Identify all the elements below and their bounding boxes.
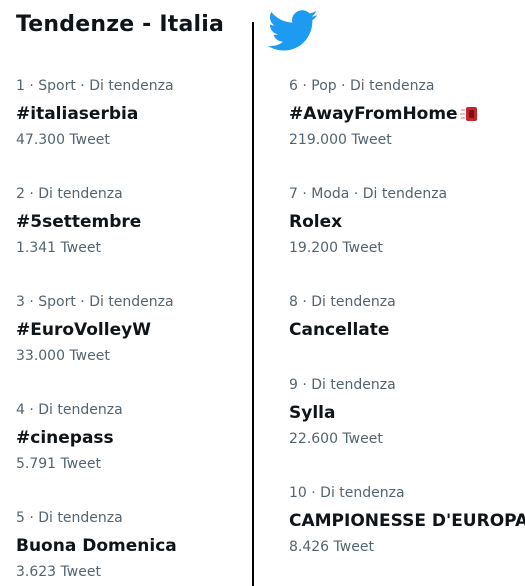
trend-meta: 4 · Di tendenza [16,402,123,418]
trend-item[interactable]: 8 · Di tendenza Cancellate [289,293,396,341]
trend-name[interactable]: #EuroVolleyW [16,319,174,341]
trend-meta: 9 · Di tendenza [289,377,396,393]
trend-name-text[interactable]: Cancellate [289,319,389,341]
trend-meta: 1 · Sport · Di tendenza [16,78,174,94]
trend-item[interactable]: 10 · Di tendenza CAMPIONESSE D'EUROPA 8.… [289,484,525,556]
trend-name[interactable]: Buona Domenica [16,535,177,557]
trend-item[interactable]: 4 · Di tendenza #cinepass 5.791 Tweet [16,401,123,473]
trend-meta: 2 · Di tendenza [16,186,123,202]
trend-count: 1.341 Tweet [16,240,101,256]
trend-item[interactable]: 2 · Di tendenza #5settembre 1.341 Tweet [16,185,141,257]
trend-count: 19.200 Tweet [289,240,383,256]
trend-count: 219.000 Tweet [289,132,392,148]
column-divider [252,22,254,586]
trend-name-text[interactable]: Buona Domenica [16,535,177,557]
trend-item[interactable]: 3 · Sport · Di tendenza #EuroVolleyW 33.… [16,293,174,365]
trend-name-text[interactable]: Rolex [289,211,342,233]
trend-item[interactable]: 9 · Di tendenza Sylla 22.600 Tweet [289,376,396,448]
trend-name[interactable]: #AwayFromHome [289,103,480,125]
trend-meta: 3 · Sport · Di tendenza [16,294,174,310]
trend-name-text[interactable]: #cinepass [16,427,114,449]
trend-name[interactable]: Cancellate [289,319,396,341]
trend-item[interactable]: 7 · Moda · Di tendenza Rolex 19.200 Twee… [289,185,447,257]
trend-name-text[interactable]: Sylla [289,402,335,424]
trend-item[interactable]: 6 · Pop · Di tendenza #AwayFromHome 219.… [289,77,480,149]
trend-count: 22.600 Tweet [289,431,383,447]
trend-count: 5.791 Tweet [16,456,101,472]
trend-count: 8.426 Tweet [289,539,374,555]
trend-name[interactable]: CAMPIONESSE D'EUROPA [289,510,525,532]
trend-item[interactable]: 5 · Di tendenza Buona Domenica 3.623 Twe… [16,509,177,581]
trend-name-text[interactable]: #5settembre [16,211,141,233]
trend-meta: 7 · Moda · Di tendenza [289,186,448,202]
trend-name[interactable]: Rolex [289,211,447,233]
trend-name-text[interactable]: #EuroVolleyW [16,319,151,341]
trend-meta: 6 · Pop · Di tendenza [289,78,435,94]
trend-item[interactable]: 1 · Sport · Di tendenza #italiaserbia 47… [16,77,174,149]
trend-name[interactable]: #cinepass [16,427,123,449]
trend-name-text[interactable]: CAMPIONESSE D'EUROPA [289,510,525,532]
away-from-home-emoji-icon [459,107,477,121]
trend-count: 33.000 Tweet [16,348,110,364]
trend-meta: 5 · Di tendenza [16,510,123,526]
page-title: Tendenze - Italia [16,12,225,37]
trend-count: 47.300 Tweet [16,132,110,148]
twitter-bird-icon [267,10,318,51]
trend-name-text[interactable]: #italiaserbia [16,103,138,125]
trend-meta: 10 · Di tendenza [289,485,405,501]
trend-count: 3.623 Tweet [16,564,101,580]
trend-name[interactable]: #italiaserbia [16,103,174,125]
trend-name[interactable]: #5settembre [16,211,141,233]
trend-meta: 8 · Di tendenza [289,294,396,310]
trend-name-text[interactable]: #AwayFromHome [289,103,458,125]
trend-name[interactable]: Sylla [289,402,396,424]
